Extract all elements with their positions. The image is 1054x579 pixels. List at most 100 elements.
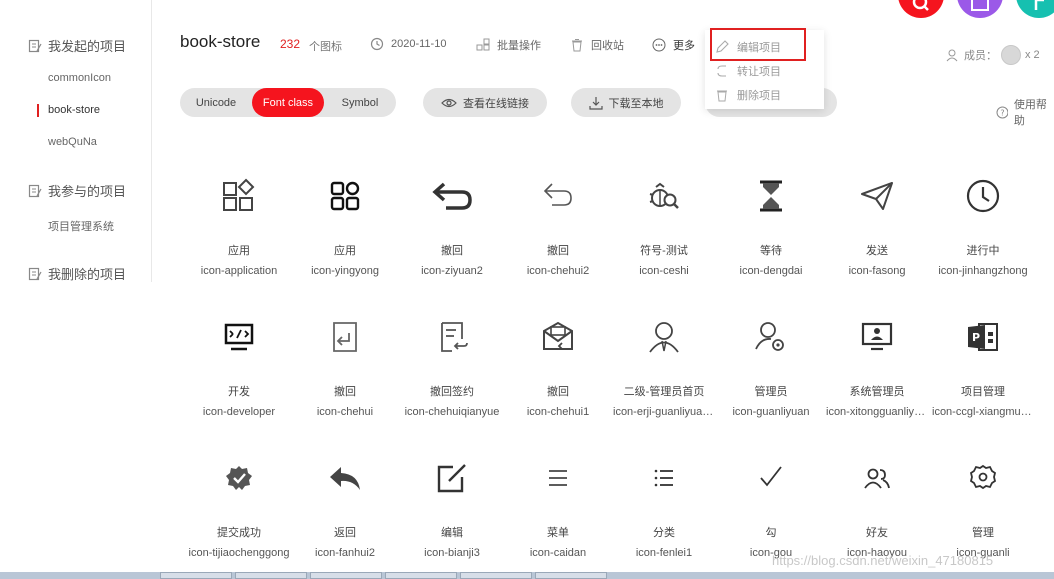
icon-name: 发送 <box>866 245 888 257</box>
search-circle-button[interactable] <box>898 0 944 18</box>
taskbar-app[interactable] <box>535 572 607 579</box>
icon-code: icon-chehui1 <box>526 406 590 418</box>
send-icon <box>824 176 930 216</box>
taskbar-app[interactable] <box>385 572 457 579</box>
icon-card[interactable]: 撤回签约 icon-chehuiqianyue <box>399 317 505 418</box>
batch-operation-button[interactable]: 批量操作 <box>476 37 541 53</box>
icon-code: icon-yingyong <box>311 265 379 277</box>
icon-code: icon-fenlei1 <box>635 547 693 559</box>
icon-card[interactable]: 提交成功 icon-tijiaochenggong <box>186 458 292 559</box>
edit-doc-icon <box>28 184 42 198</box>
icon-card[interactable]: 等待 icon-dengdai <box>718 176 824 277</box>
upload-icon <box>971 0 989 11</box>
share-circle-button[interactable] <box>1016 0 1054 18</box>
icon-card[interactable]: 撤回 icon-chehui1 <box>505 317 611 418</box>
sidebar-group-initiated[interactable]: 我发起的项目 <box>28 36 126 55</box>
help-icon: ? <box>996 106 1008 118</box>
sidebar-group-label: 我删除的项目 <box>48 267 127 282</box>
menu-item-delete-project[interactable]: 删除项目 <box>715 87 781 103</box>
clock-icon <box>930 176 1036 216</box>
members[interactable]: 成员： x 2 <box>946 45 1040 65</box>
icon-count: 232 <box>280 37 301 51</box>
transfer-icon <box>717 65 726 77</box>
search-icon <box>912 0 929 11</box>
icon-card[interactable]: 撤回 icon-chehui <box>292 317 398 418</box>
batch-label: 批量操作 <box>497 40 541 52</box>
icon-code: icon-fasong <box>848 265 906 277</box>
icon-code: icon-ziyuan2 <box>421 265 483 277</box>
developer-icon <box>186 317 292 357</box>
menu-item-label: 删除项目 <box>737 90 781 102</box>
help-link[interactable]: ? 使用帮助 <box>996 96 1054 128</box>
icon-card[interactable]: 符号-测试 icon-ceshi <box>611 176 717 277</box>
icon-code: icon-caidan <box>529 547 587 559</box>
sidebar-item-book-store[interactable]: book-store <box>48 104 100 116</box>
icon-code: icon-chehuiqianyue <box>404 406 500 418</box>
code-type-segmented: Unicode Font class Symbol <box>180 88 396 117</box>
icon-card[interactable]: 应用 icon-yingyong <box>292 176 398 277</box>
menu-item-transfer-project[interactable]: 转让项目 <box>715 63 781 79</box>
icon-code: icon-bianji3 <box>424 547 480 559</box>
icon-card[interactable]: 开发 icon-developer <box>186 317 292 418</box>
icon-code: icon-xitongguanliyuan <box>826 406 930 418</box>
icon-card[interactable]: 进行中 icon-jinhangzhong <box>930 176 1036 277</box>
icon-name: 撤回签约 <box>430 386 474 398</box>
upload-circle-button[interactable] <box>957 0 1003 18</box>
taskbar-app[interactable] <box>160 572 232 579</box>
undo-bold-icon <box>399 176 505 216</box>
icon-name: 管理 <box>972 527 994 539</box>
sidebar-group-label: 我发起的项目 <box>48 39 127 54</box>
icon-card[interactable]: 分类 icon-fenlei1 <box>611 458 717 559</box>
sidebar-item-project-mgmt[interactable]: 项目管理系统 <box>48 218 114 234</box>
view-online-link-button[interactable]: 查看在线链接 <box>423 88 547 117</box>
success-badge-icon <box>186 458 292 498</box>
icon-name: 撤回 <box>334 386 356 398</box>
icon-card[interactable]: 二级-管理员首页 icon-erji-guanliyuanshouye <box>611 317 717 418</box>
project-sidebar: 我发起的项目 commonIcon book-store webQuNa 我参与… <box>0 0 152 282</box>
taskbar-app[interactable] <box>235 572 307 579</box>
taskbar-app[interactable] <box>310 572 382 579</box>
sidebar-item-commonicon[interactable]: commonIcon <box>48 72 111 84</box>
icon-code: icon-erji-guanliyuanshouye <box>613 406 717 418</box>
tab-unicode[interactable]: Unicode <box>180 88 252 117</box>
more-icon <box>652 38 666 52</box>
icon-card[interactable]: P 项目管理 icon-ccgl-xiangmuguanli <box>930 317 1036 418</box>
icon-card[interactable]: 菜单 icon-caidan <box>505 458 611 559</box>
icon-name: 提交成功 <box>217 527 261 539</box>
icon-card[interactable]: 系统管理员 icon-xitongguanliyuan <box>824 317 930 418</box>
icon-card[interactable]: 发送 icon-fasong <box>824 176 930 277</box>
arrow-icon <box>1034 0 1044 10</box>
created-date: 2020-11-10 <box>370 37 446 51</box>
icon-card[interactable]: 管理员 icon-guanliyuan <box>718 317 824 418</box>
icon-code: icon-tijiaochenggong <box>188 547 290 559</box>
clock-icon <box>370 37 384 51</box>
sidebar-group-deleted[interactable]: 我删除的项目 <box>28 264 126 283</box>
icon-card[interactable]: 好友 icon-haoyou <box>824 458 930 559</box>
icon-card[interactable]: 勾 icon-gou <box>718 458 824 559</box>
taskbar-app[interactable] <box>460 572 532 579</box>
tab-font-class[interactable]: Font class <box>252 88 324 117</box>
recycle-bin-button[interactable]: 回收站 <box>570 37 624 53</box>
menu-item-label: 转让项目 <box>737 66 781 78</box>
list-icon <box>611 458 717 498</box>
icon-card[interactable]: 撤回 icon-chehui2 <box>505 176 611 277</box>
icon-card[interactable]: 编辑 icon-bianji3 <box>399 458 505 559</box>
download-icon <box>588 96 603 110</box>
tab-symbol[interactable]: Symbol <box>324 88 396 117</box>
icon-card[interactable]: 返回 icon-fanhui2 <box>292 458 398 559</box>
sidebar-item-webquna[interactable]: webQuNa <box>48 136 97 148</box>
hourglass-icon <box>718 176 824 216</box>
icon-name: 撤回 <box>547 245 569 257</box>
more-button[interactable]: 更多 <box>652 37 695 53</box>
icon-name: 应用 <box>228 245 250 257</box>
trash-icon <box>572 39 582 52</box>
icon-card[interactable]: 应用 icon-application <box>186 176 292 277</box>
sidebar-group-participated[interactable]: 我参与的项目 <box>28 181 126 200</box>
icon-card[interactable]: 管理 icon-guanli <box>930 458 1036 559</box>
avatar[interactable] <box>1001 45 1021 65</box>
icon-card[interactable]: 撤回 icon-ziyuan2 <box>399 176 505 277</box>
svg-text:P: P <box>972 331 980 344</box>
edit-doc-icon <box>28 267 42 281</box>
icon-code: icon-chehui2 <box>526 265 590 277</box>
download-button[interactable]: 下载至本地 <box>571 88 681 117</box>
